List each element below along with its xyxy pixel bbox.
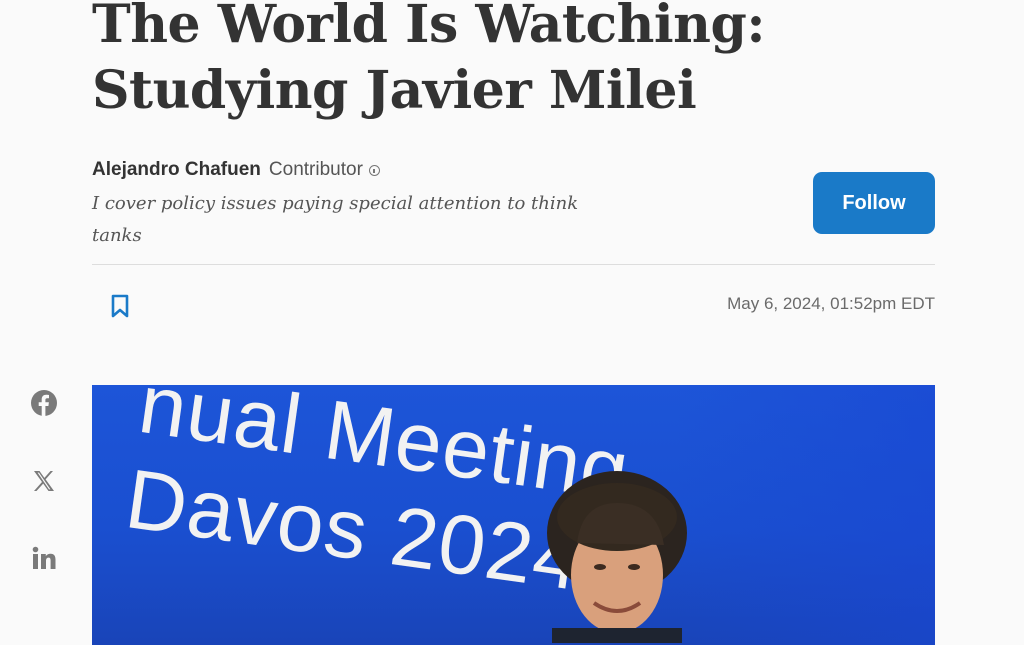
info-icon[interactable] [368,164,380,176]
facebook-icon[interactable] [30,389,58,417]
person-photo [547,471,687,643]
author-line: Alejandro Chafuen Contributor [92,158,612,182]
article-headline: The World Is Watching: Studying Javier M… [92,0,766,124]
x-icon[interactable] [30,467,58,495]
divider [92,264,935,265]
author-bio: I cover policy issues paying special att… [92,193,579,246]
author-role: Contributor [268,159,363,180]
headline-line-2: Studying Javier Milei [92,60,697,121]
hero-image: nual Meeting Davos 2024 [92,385,935,645]
publish-timestamp: May 6, 2024, 01:52pm EDT [727,294,935,313]
bookmark-icon[interactable] [109,293,131,319]
author-name[interactable]: Alejandro Chafuen [92,158,261,182]
headline-line-1: The World Is Watching: [92,0,766,55]
follow-button[interactable]: Follow [813,172,935,234]
linkedin-icon[interactable] [30,544,58,572]
author-block: Alejandro Chafuen Contributor I cover po… [92,158,612,252]
